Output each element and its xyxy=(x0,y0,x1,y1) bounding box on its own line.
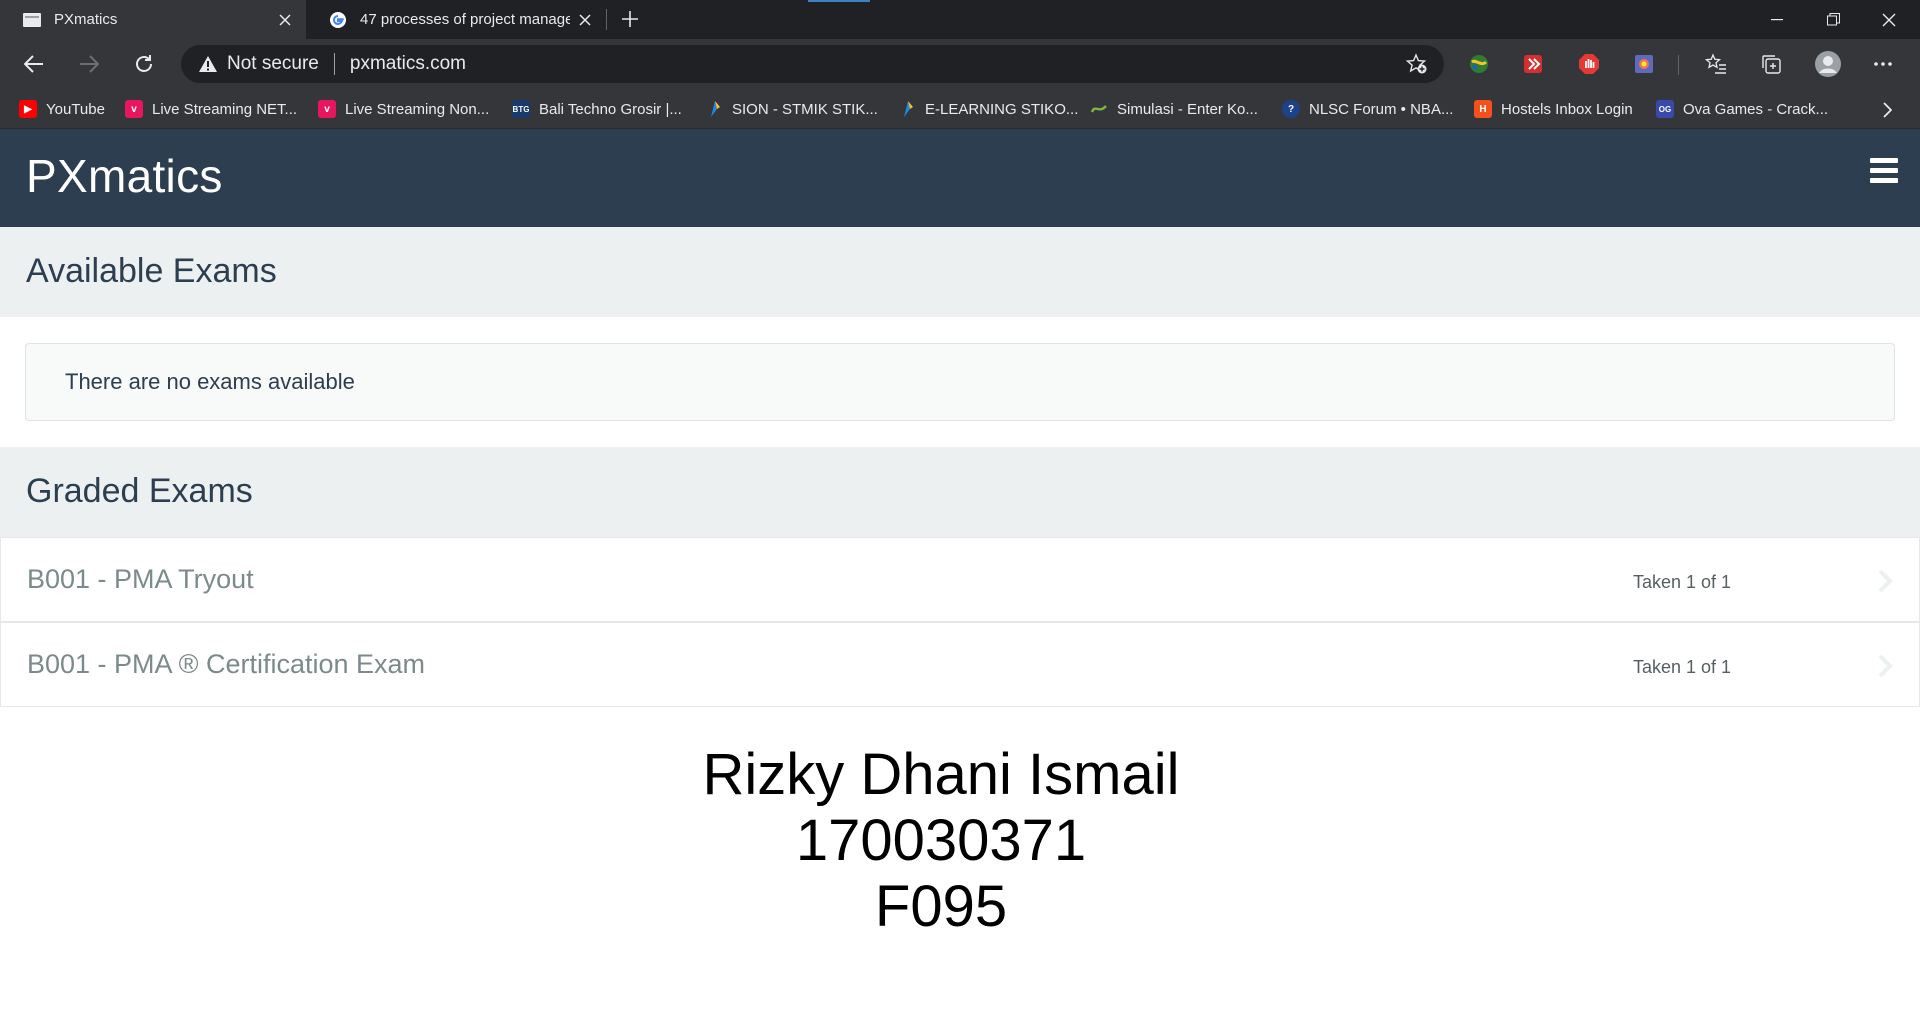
back-arrow-icon[interactable] xyxy=(17,47,51,81)
browser-tab-strip: PXmatics 47 processes of project managem xyxy=(0,0,1920,39)
no-exams-alert: There are no exams available xyxy=(25,343,1895,421)
bookmark-label: Ova Games - Crack... xyxy=(1683,100,1829,118)
bookmark-elearning-stiko[interactable]: E-LEARNING STIKO... xyxy=(898,98,1078,120)
video-downloader-icon[interactable] xyxy=(1520,51,1546,77)
bookmark-label: Hostels Inbox Login xyxy=(1501,100,1633,118)
tab-divider xyxy=(606,9,607,30)
nba-icon: ? xyxy=(1282,100,1300,118)
close-window-icon[interactable] xyxy=(1861,0,1917,39)
bookmark-nlsc-forum[interactable]: ? NLSC Forum • NBA... xyxy=(1282,98,1453,120)
tab-google-search[interactable]: 47 processes of project managem xyxy=(306,0,606,39)
page-favicon-icon xyxy=(22,10,42,30)
bookmark-label: NLSC Forum • NBA... xyxy=(1309,100,1454,118)
bookmark-label: E-LEARNING STIKO... xyxy=(925,100,1079,118)
student-id: 170030371 xyxy=(795,808,1087,873)
student-code: F095 xyxy=(874,874,1008,939)
bookmark-live-streaming-non[interactable]: v Live Streaming Non... xyxy=(318,98,489,120)
chevron-right-icon xyxy=(1873,566,1897,596)
tab-title: 47 processes of project managem xyxy=(360,11,570,28)
stmik-logo-icon xyxy=(898,100,916,118)
lizard-icon xyxy=(1090,100,1108,118)
browser-toolbar: Not secure pxmatics.com xyxy=(0,39,1920,89)
restore-window-icon[interactable] xyxy=(1805,0,1861,39)
hamburger-menu-icon[interactable] xyxy=(1870,153,1904,187)
collections-icon[interactable] xyxy=(1758,51,1784,77)
security-status-label[interactable]: Not secure xyxy=(227,53,319,75)
bookmarks-bar: ▶ YouTube v Live Streaming NET... v Live… xyxy=(0,89,1920,129)
bookmark-live-streaming-net[interactable]: v Live Streaming NET... xyxy=(125,98,297,120)
bookmark-bali-techno-grosir[interactable]: BTG Bali Techno Grosir |... xyxy=(512,98,682,120)
favorites-list-icon[interactable] xyxy=(1703,51,1729,77)
graded-exams-header: Graded Exams xyxy=(0,447,1920,537)
btg-icon: BTG xyxy=(512,100,530,118)
page-content: PXmatics Available Exams There are no ex… xyxy=(0,129,1920,1030)
chevron-right-icon[interactable] xyxy=(1872,95,1902,125)
profile-avatar-icon[interactable] xyxy=(1813,49,1843,79)
warning-icon[interactable] xyxy=(197,53,219,75)
tab-title: PXmatics xyxy=(54,11,118,28)
bookmark-hostels-inbox[interactable]: H Hostels Inbox Login xyxy=(1474,98,1633,120)
bookmark-label: Live Streaming Non... xyxy=(345,100,490,118)
address-bar[interactable]: Not secure pxmatics.com xyxy=(181,45,1444,83)
stmik-logo-icon xyxy=(705,100,723,118)
drag-region-marker xyxy=(808,0,870,2)
photo-extension-icon[interactable] xyxy=(1631,51,1657,77)
more-options-icon[interactable] xyxy=(1870,51,1896,77)
available-exams-heading: Available Exams xyxy=(26,252,277,290)
youtube-icon: ▶ xyxy=(19,100,37,118)
toolbar-divider xyxy=(1678,55,1679,75)
chevron-right-icon xyxy=(1873,651,1897,681)
bookmark-simulasi[interactable]: Simulasi - Enter Ko... xyxy=(1090,98,1258,120)
student-identity-overlay: Rizky Dhani Ismail 170030371 F095 xyxy=(0,742,1882,940)
bookmark-label: SION - STMIK STIK... xyxy=(732,100,878,118)
graded-exams-heading: Graded Exams xyxy=(26,472,253,510)
site-navbar: PXmatics xyxy=(0,129,1920,227)
graded-exam-item[interactable]: B001 - PMA Tryout Taken 1 of 1 xyxy=(0,537,1920,622)
forward-arrow-icon[interactable] xyxy=(72,47,106,81)
close-tab-icon[interactable] xyxy=(270,5,300,35)
bookmark-label: Simulasi - Enter Ko... xyxy=(1117,100,1258,118)
tab-pxmatics[interactable]: PXmatics xyxy=(0,0,306,39)
vidio-icon: v xyxy=(318,100,336,118)
new-tab-plus-icon[interactable] xyxy=(615,4,645,34)
student-name: Rizky Dhani Ismail xyxy=(702,742,1180,807)
bookmark-sion-stmik[interactable]: SION - STMIK STIK... xyxy=(705,98,878,120)
site-brand[interactable]: PXmatics xyxy=(26,149,223,203)
exam-attempts: Taken 1 of 1 xyxy=(1633,572,1732,592)
reload-icon[interactable] xyxy=(127,47,161,81)
graded-exam-item[interactable]: B001 - PMA ® Certification Exam Taken 1 … xyxy=(0,622,1920,707)
exam-title: B001 - PMA Tryout xyxy=(27,564,254,594)
bookmark-label: Bali Techno Grosir |... xyxy=(539,100,682,118)
bookmark-ova-games[interactable]: OG Ova Games - Crack... xyxy=(1656,98,1828,120)
exam-title: B001 - PMA ® Certification Exam xyxy=(27,649,426,679)
exam-attempts: Taken 1 of 1 xyxy=(1633,657,1732,677)
available-exams-header: Available Exams xyxy=(0,227,1920,317)
minimize-window-icon[interactable] xyxy=(1749,0,1805,39)
address-divider xyxy=(333,53,335,75)
bookmark-label: Live Streaming NET... xyxy=(152,100,298,118)
add-favorite-star-icon[interactable] xyxy=(1402,49,1432,79)
no-exams-message: There are no exams available xyxy=(65,369,355,394)
hostels-icon: H xyxy=(1474,100,1492,118)
globe-extension-icon[interactable] xyxy=(1466,51,1492,77)
google-icon xyxy=(328,10,348,30)
bookmark-label: YouTube xyxy=(46,100,105,118)
url-text[interactable]: pxmatics.com xyxy=(350,53,1402,75)
ova-games-icon: OG xyxy=(1656,100,1674,118)
bookmark-youtube[interactable]: ▶ YouTube xyxy=(19,98,105,120)
adblock-hand-icon[interactable] xyxy=(1576,51,1602,77)
close-tab-icon[interactable] xyxy=(570,5,600,35)
vidio-icon: v xyxy=(125,100,143,118)
